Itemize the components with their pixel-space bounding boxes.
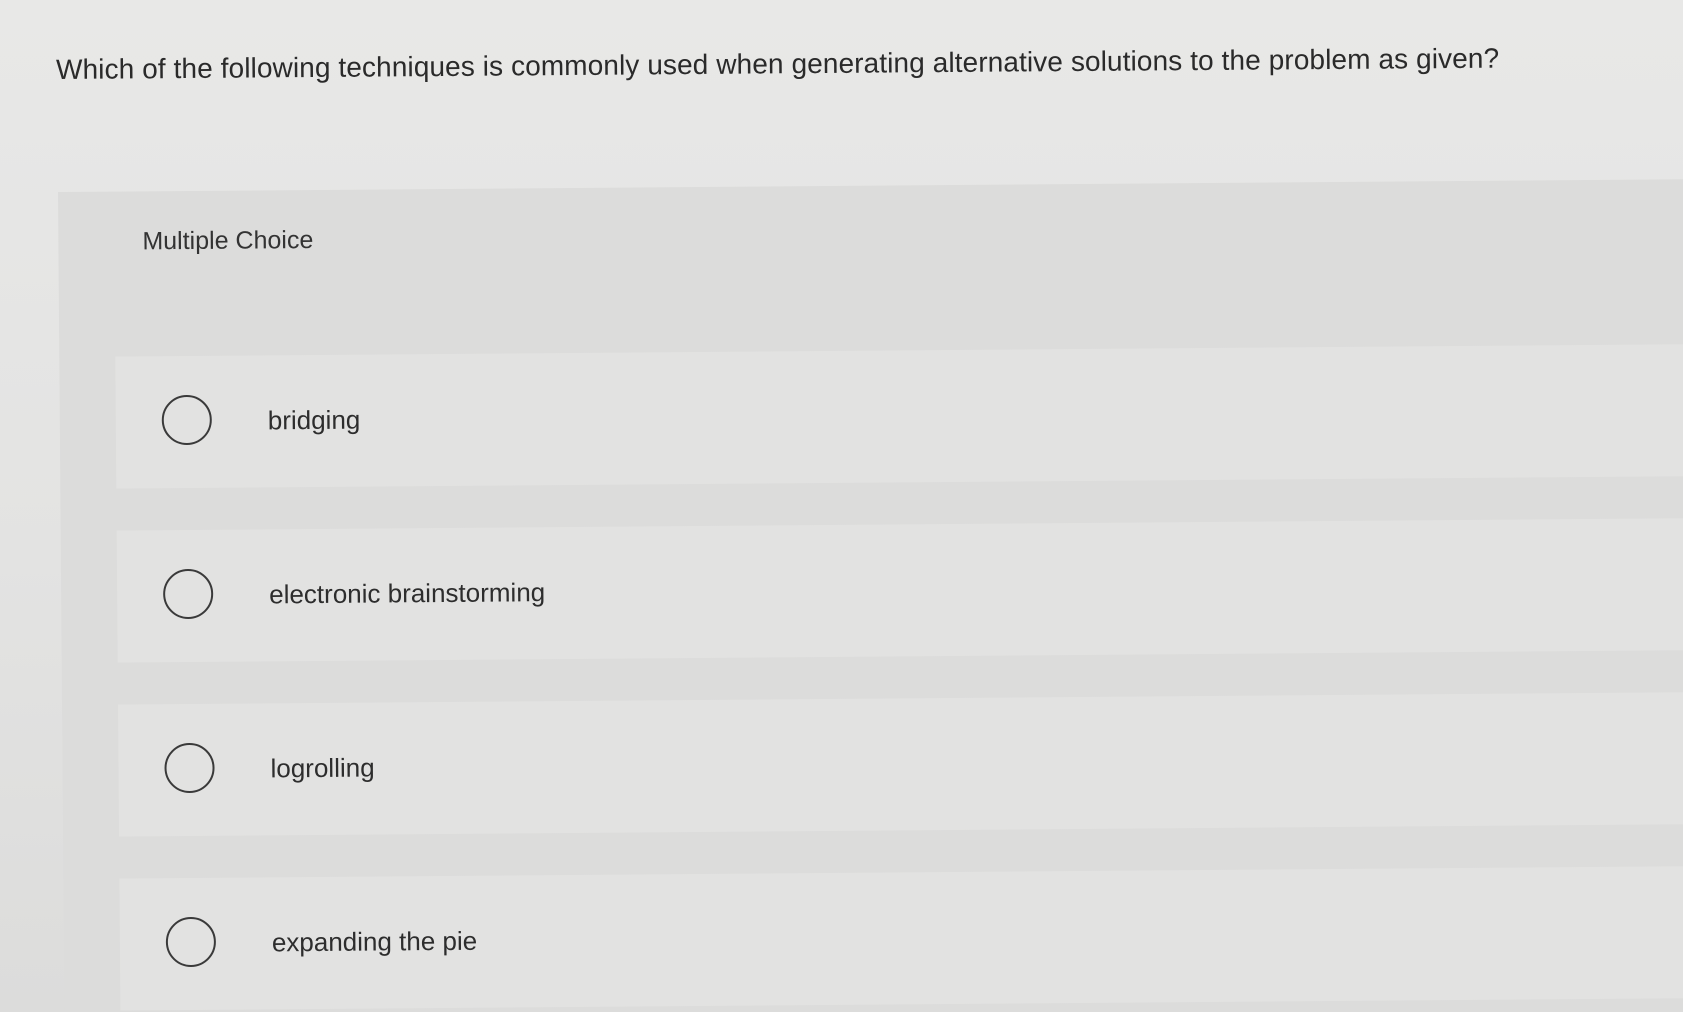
quiz-screen: Which of the following techniques is com… bbox=[0, 0, 1683, 1012]
multiple-choice-label: Multiple Choice bbox=[142, 225, 314, 256]
radio-button[interactable] bbox=[161, 394, 212, 446]
radio-button[interactable] bbox=[164, 742, 215, 794]
answer-option-expanding-the-pie[interactable]: expanding the pie bbox=[119, 866, 1683, 1011]
answer-option-logrolling[interactable]: logrolling bbox=[118, 692, 1683, 837]
multiple-choice-panel: Multiple Choice bridging electronic brai… bbox=[58, 179, 1683, 1012]
option-label: electronic brainstorming bbox=[269, 577, 546, 610]
radio-button[interactable] bbox=[165, 916, 217, 968]
answer-option-bridging[interactable]: bridging bbox=[115, 344, 1683, 489]
option-label: logrolling bbox=[270, 752, 375, 784]
radio-button[interactable] bbox=[162, 568, 214, 620]
question-text: Which of the following techniques is com… bbox=[55, 42, 1500, 85]
answer-option-electronic-brainstorming[interactable]: electronic brainstorming bbox=[116, 518, 1683, 663]
option-label: bridging bbox=[267, 404, 361, 436]
answer-options: bridging electronic brainstorming logrol… bbox=[115, 344, 1683, 1012]
option-label: expanding the pie bbox=[271, 925, 478, 958]
